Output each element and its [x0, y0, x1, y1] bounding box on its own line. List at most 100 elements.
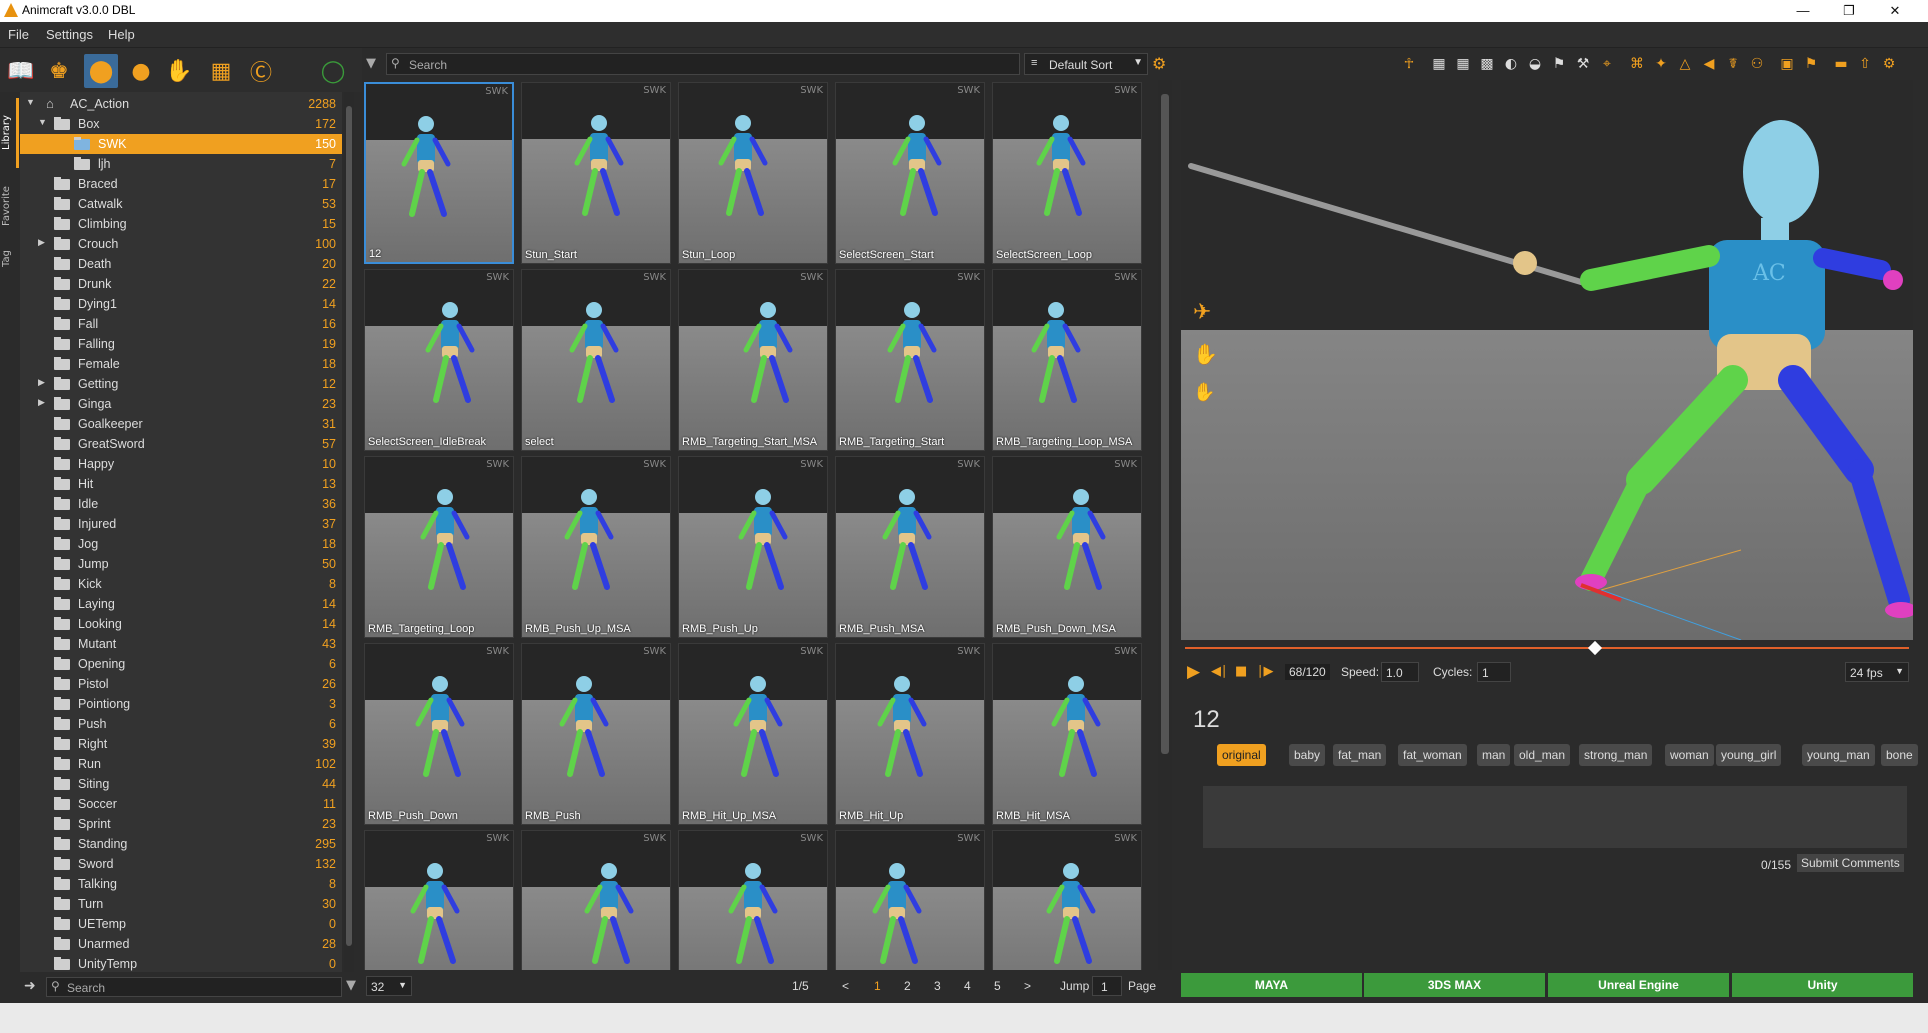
back-icon[interactable]: ◀ [1700, 55, 1718, 73]
tab-tag[interactable]: Tag [1, 244, 19, 274]
clapper-icon[interactable]: ▬ [1832, 55, 1850, 73]
tree-scroll-thumb[interactable] [346, 106, 352, 946]
grid-scroll-thumb[interactable] [1161, 94, 1169, 754]
page-5[interactable]: 5 [994, 979, 1001, 993]
tree-item-uetemp[interactable]: UETemp 0 [20, 914, 342, 934]
animation-thumbnail[interactable]: SWK 12 [364, 82, 514, 264]
grid-icon[interactable]: ▦ [1430, 55, 1448, 73]
character-chip-fat-man[interactable]: fat_man [1333, 744, 1387, 766]
tree-item-looking[interactable]: Looking 14 [20, 614, 342, 634]
page-4[interactable]: 4 [964, 979, 971, 993]
tree-item-idle[interactable]: Idle 36 [20, 494, 342, 514]
expand-arrow-icon[interactable]: ▼ [26, 97, 36, 107]
tree-item-happy[interactable]: Happy 10 [20, 454, 342, 474]
next-page-button[interactable]: > [1024, 979, 1031, 993]
animation-thumbnail[interactable]: SWK RMB_Targeting_Start_MSA [678, 269, 828, 451]
play-icon[interactable]: ▶ [1187, 662, 1200, 682]
tree-item-jog[interactable]: Jog 18 [20, 534, 342, 554]
tree-item-standing[interactable]: Standing 295 [20, 834, 342, 854]
chevron-down-icon[interactable]: ▼ [38, 117, 48, 127]
maximize-button[interactable]: ❐ [1826, 0, 1872, 22]
page-3[interactable]: 3 [934, 979, 941, 993]
page-2[interactable]: 2 [904, 979, 911, 993]
export-unreal-button[interactable]: Unreal Engine [1548, 973, 1729, 997]
character-chip-baby[interactable]: baby [1289, 744, 1326, 766]
sync-icon[interactable]: ◯ [316, 54, 350, 88]
filter-icon[interactable]: ▼ [366, 56, 376, 71]
run-icon[interactable]: ☥ [1400, 55, 1418, 73]
tree-item-right[interactable]: Right 39 [20, 734, 342, 754]
tree-item-pistol[interactable]: Pistol 26 [20, 674, 342, 694]
cycles-input[interactable]: 1 [1477, 662, 1511, 682]
hand-icon[interactable]: ✋ [162, 54, 196, 88]
bone-icon[interactable]: ⚒ [1574, 55, 1592, 73]
tree-item-jump[interactable]: Jump 50 [20, 554, 342, 574]
screenshot-icon[interactable]: ▣ [1778, 55, 1796, 73]
animation-thumbnail[interactable]: SWK RMB_Hit_Up [835, 643, 985, 825]
tree-item-unitytemp[interactable]: UnityTemp 0 [20, 954, 342, 972]
walk-icon[interactable]: ☤ [1724, 55, 1742, 73]
speed-input[interactable]: 1.0 [1381, 662, 1419, 682]
character-chip-strong-man[interactable]: strong_man [1579, 744, 1653, 766]
menu-settings[interactable]: Settings [46, 27, 93, 42]
pose-icon[interactable]: ⚇ [1748, 55, 1766, 73]
export-maya-button[interactable]: MAYA [1181, 973, 1362, 997]
camera-icon[interactable]: ⌘ [1628, 55, 1646, 73]
timeline-track[interactable] [1185, 647, 1909, 649]
stop-icon[interactable]: ■ [1235, 664, 1247, 679]
character-chip-fat-woman[interactable]: fat_woman [1398, 744, 1467, 766]
tree-item-crouch[interactable]: ▶ Crouch 100 [20, 234, 342, 254]
tree-item-mutant[interactable]: Mutant 43 [20, 634, 342, 654]
character-chip-man[interactable]: man [1477, 744, 1511, 766]
close-button[interactable]: ✕ [1872, 0, 1918, 22]
sort-select[interactable]: ≡ Default Sort ▼ [1024, 53, 1148, 75]
animation-thumbnail[interactable]: SWK [521, 830, 671, 970]
minimize-button[interactable]: — [1780, 0, 1826, 22]
settings-icon[interactable]: ⚙ [1880, 55, 1898, 73]
grid-fine-icon[interactable]: ▦ [1454, 55, 1472, 73]
animation-thumbnail[interactable]: SWK RMB_Push_Down_MSA [992, 456, 1142, 638]
tree-item-climbing[interactable]: Climbing 15 [20, 214, 342, 234]
tree-item-box[interactable]: ▼ Box 172 [20, 114, 342, 134]
page-1[interactable]: 1 [874, 979, 881, 993]
gear-icon[interactable]: ⚙ [1152, 54, 1166, 73]
character-icon[interactable]: ♚ [42, 54, 76, 88]
book-icon[interactable]: 📖 [4, 54, 38, 88]
animation-thumbnail[interactable]: SWK [992, 830, 1142, 970]
animation-thumbnail[interactable]: SWK Stun_Start [521, 82, 671, 264]
export-3dsmax-button[interactable]: 3DS MAX [1364, 973, 1545, 997]
tree-item-siting[interactable]: Siting 44 [20, 774, 342, 794]
tree-item-talking[interactable]: Talking 8 [20, 874, 342, 894]
tree-item-fall[interactable]: Fall 16 [20, 314, 342, 334]
head-icon[interactable]: ● [124, 54, 158, 88]
3d-viewport[interactable]: ✈ ✋ ✋ AC [1181, 80, 1913, 640]
tree-item-death[interactable]: Death 20 [20, 254, 342, 274]
tree-item-injured[interactable]: Injured 37 [20, 514, 342, 534]
animation-thumbnail[interactable]: SWK RMB_Targeting_Loop [364, 456, 514, 638]
tree-item-push[interactable]: Push 6 [20, 714, 342, 734]
arrow-right-icon[interactable]: ➜ [24, 978, 36, 994]
tree-item-kick[interactable]: Kick 8 [20, 574, 342, 594]
tab-favorite[interactable]: Favorite [1, 176, 19, 236]
tree-item-drunk[interactable]: Drunk 22 [20, 274, 342, 294]
checker-icon[interactable]: ▩ [1478, 55, 1496, 73]
sphere-icon[interactable]: ⬤ [84, 54, 118, 88]
animation-thumbnail[interactable]: SWK SelectScreen_Loop [992, 82, 1142, 264]
unreal-icon[interactable]: Ⓒ [244, 54, 278, 88]
animation-thumbnail[interactable]: SWK RMB_Hit_MSA [992, 643, 1142, 825]
tree-item-pointiong[interactable]: Pointiong 3 [20, 694, 342, 714]
tree-item-ginga[interactable]: ▶ Ginga 23 [20, 394, 342, 414]
animation-thumbnail[interactable]: SWK [364, 830, 514, 970]
tree-item-goalkeeper[interactable]: Goalkeeper 31 [20, 414, 342, 434]
animation-thumbnail[interactable]: SWK RMB_Hit_Up_MSA [678, 643, 828, 825]
tree-scrollbar[interactable] [344, 92, 354, 972]
animation-thumbnail[interactable]: SWK select [521, 269, 671, 451]
chevron-right-icon[interactable]: ▶ [38, 237, 48, 248]
export-unity-button[interactable]: Unity [1732, 973, 1913, 997]
filter-icon[interactable]: ▼ [346, 978, 356, 993]
export-icon[interactable]: ⇧ [1856, 55, 1874, 73]
tree-item-sprint[interactable]: Sprint 23 [20, 814, 342, 834]
grid-search-input[interactable]: ⚲ Search [386, 53, 1020, 75]
tree-item-ljh[interactable]: ljh 7 [20, 154, 342, 174]
tree-item-female[interactable]: Female 18 [20, 354, 342, 374]
